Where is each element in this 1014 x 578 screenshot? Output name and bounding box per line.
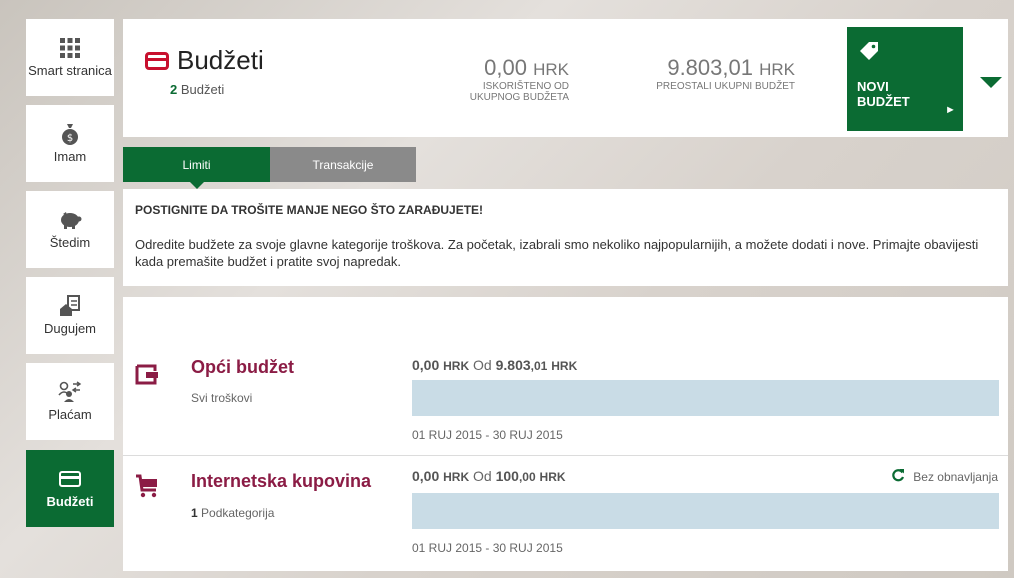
budget-currency: HRK: [443, 470, 470, 484]
budget-limit-whole: 100: [495, 468, 519, 484]
info-body: Odredite budžete za svoje glavne kategor…: [135, 237, 979, 269]
budget-sub-label: Podkategorija: [201, 506, 275, 520]
sidebar-item-smart-stranica[interactable]: Smart stranica: [26, 19, 114, 96]
budget-count-label: Budžeti: [180, 82, 225, 97]
new-budget-button[interactable]: NOVI BUDŽET ►: [847, 27, 963, 131]
sidebar-item-label: Smart stranica: [28, 63, 112, 78]
shopping-cart-icon: [135, 474, 159, 503]
budget-progress-bar: [412, 380, 999, 416]
tab-transakcije[interactable]: Transakcije: [270, 147, 416, 182]
remaining-label: PREOSTALI UKUPNI BUDŽET: [656, 81, 795, 92]
new-budget-line1: NOVI: [857, 79, 889, 94]
sidebar-item-label: Budžeti: [46, 494, 94, 509]
budget-count: 2 Budžeti: [170, 82, 224, 97]
budget-amounts: 0,00 HRK Od 9.803,01 HRK: [412, 357, 577, 373]
budget-name[interactable]: Internetska kupovina: [191, 471, 371, 492]
renewal-label: Bez obnavljanja: [913, 469, 998, 484]
piggy-bank-icon: [58, 209, 82, 231]
grid-icon: [60, 37, 80, 59]
card-icon: [59, 468, 81, 490]
used-stat: 0,00 HRK ISKORIŠTENO OD UKUPNOG BUDŽETA: [379, 55, 569, 103]
budget-sub-label: Svi troškovi: [191, 391, 253, 405]
sidebar-item-dugujem[interactable]: Dugujem: [26, 277, 114, 354]
house-document-icon: [59, 295, 81, 317]
sidebar-item-stedim[interactable]: Štedim: [26, 191, 114, 268]
budget-subtitle: Svi troškovi: [191, 391, 252, 405]
list-item[interactable]: Opći budžet Svi troškovi 0,00 HRK Od 9.8…: [123, 297, 1008, 455]
budget-dates: 01 RUJ 2015 - 30 RUJ 2015: [412, 428, 563, 442]
tag-icon: [859, 41, 879, 64]
budget-currency: HRK: [443, 359, 470, 373]
list-item[interactable]: Internetska kupovina 1 Podkategorija 0,0…: [123, 456, 1008, 571]
budget-of: Od: [473, 468, 492, 484]
budget-count-number: 2: [170, 82, 178, 97]
budget-name[interactable]: Opći budžet: [191, 357, 294, 378]
budget-limit-dec: ,01: [530, 359, 548, 373]
refresh-icon: [891, 468, 905, 485]
sidebar-item-imam[interactable]: $ Imam: [26, 105, 114, 182]
sidebar-item-label: Dugujem: [43, 321, 97, 336]
budget-limit-currency: HRK: [539, 470, 566, 484]
page-title: Budžeti: [145, 45, 264, 76]
budget-dates: 01 RUJ 2015 - 30 RUJ 2015: [412, 541, 563, 555]
sidebar-item-label: Plaćam: [48, 407, 92, 422]
dropdown-arrow-icon[interactable]: [980, 77, 1002, 88]
payment-people-icon: [58, 381, 82, 403]
money-bag-icon: $: [61, 123, 79, 145]
sidebar-item-label: Štedim: [49, 235, 91, 250]
renewal-status[interactable]: Bez obnavljanja: [891, 468, 998, 485]
wallet-icon: [135, 363, 159, 390]
budget-spent: 0,00: [412, 468, 440, 484]
info-heading: POSTIGNITE DA TROŠITE MANJE NEGO ŠTO ZAR…: [135, 203, 484, 217]
page-title-text: Budžeti: [177, 45, 264, 75]
play-arrow-icon: ►: [945, 104, 956, 116]
used-label: ISKORIŠTENO OD UKUPNOG BUDŽETA: [469, 81, 569, 103]
sidebar-item-budzeti[interactable]: Budžeti: [26, 450, 114, 527]
budget-of: Od: [473, 357, 492, 373]
budget-limit-currency: HRK: [551, 359, 578, 373]
tab-limiti[interactable]: Limiti: [123, 147, 270, 189]
budget-progress-bar: [412, 493, 999, 529]
sidebar-item-label: Imam: [53, 149, 87, 164]
remaining-amount: 9.803,01: [667, 55, 753, 80]
remaining-currency: HRK: [759, 60, 795, 79]
budget-limit-whole: 9.803: [495, 357, 531, 373]
budget-amounts: 0,00 HRK Od 100,00 HRK: [412, 468, 566, 484]
info-panel: POSTIGNITE DA TROŠITE MANJE NEGO ŠTO ZAR…: [123, 189, 1008, 286]
budget-header: Budžeti 2 Budžeti 0,00 HRK ISKORIŠTENO O…: [123, 19, 1008, 137]
used-amount: 0,00: [484, 55, 527, 80]
card-icon: [145, 51, 169, 70]
remaining-stat: 9.803,01 HRK PREOSTALI UKUPNI BUDŽET: [613, 55, 795, 92]
budget-limit-dec: ,00: [518, 470, 536, 484]
sidebar-item-placam[interactable]: Plaćam: [26, 363, 114, 440]
budget-list: Opći budžet Svi troškovi 0,00 HRK Od 9.8…: [123, 297, 1008, 571]
budget-spent: 0,00: [412, 357, 440, 373]
used-currency: HRK: [533, 60, 569, 79]
budget-subtitle: 1 Podkategorija: [191, 506, 274, 520]
budget-sub-count: 1: [191, 506, 198, 520]
svg-text:$: $: [67, 133, 73, 144]
